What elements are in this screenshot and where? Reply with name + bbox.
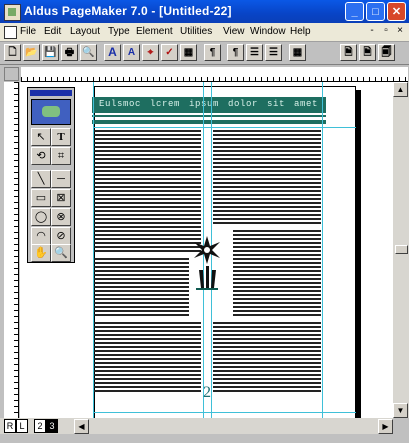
text-column-right-top[interactable] [213,130,321,226]
spell-icon[interactable]: ✓ [161,44,178,61]
hand-tool-icon[interactable]: ✋ [31,244,51,262]
frame-icon[interactable]: ▦ [180,44,197,61]
window-title: Aldus PageMaker 7.0 - [Untitled-22] [24,4,232,18]
text-column-right-mid[interactable] [233,230,321,318]
print-icon[interactable]: 🖶 [61,44,78,61]
crop-tool-icon[interactable]: ⌗ [51,147,71,165]
ruler-origin[interactable] [4,67,19,81]
text-column-right-bottom[interactable] [213,322,321,394]
minimize-button[interactable]: _ [345,2,364,21]
guide-top-margin[interactable] [94,127,356,128]
toolbox-palette[interactable]: ↖ T ⟲ ⌗ ╲ ─ ▭ ⊠ ◯ ⊗ ◠ ⊘ ✋ 🔍 [27,87,75,263]
vertical-ruler[interactable] [4,82,19,418]
doc-minimize-button[interactable]: - [366,25,378,37]
polygon-frame-tool-icon[interactable]: ⊘ [51,227,71,245]
rectangle-tool-icon[interactable]: ▭ [31,189,51,207]
text-tool-icon[interactable]: T [51,128,71,146]
menu-help[interactable]: Help [290,26,311,37]
menu-type[interactable]: Type [108,26,130,37]
toolbar: 🗋 📂 💾 🖶 🔍 A A ⌖ ✓ ▦ ¶ ¶ ☰ ☰ ▦ 🗎 🗎 🗐 [0,42,409,65]
pasteboard[interactable]: Eulsmoc lcrem ipsum dolor sit amet 2 [20,82,393,418]
list-indent-icon[interactable]: ☰ [265,44,282,61]
anchor-icon[interactable]: ⌖ [142,44,159,61]
paragraph-align-icon[interactable]: ¶ [227,44,244,61]
horizontal-scrollbar[interactable]: ◀ ▶ [0,418,393,434]
find-icon[interactable]: 🔍 [80,44,97,61]
flower-graphic[interactable] [190,232,224,292]
horizontal-ruler[interactable] [21,67,408,82]
title-bar[interactable]: Aldus PageMaker 7.0 - [Untitled-22] _ □ … [0,0,409,23]
scroll-left-arrow-icon[interactable]: ◀ [74,419,89,434]
pointer-tool-icon[interactable]: ↖ [31,128,51,146]
open-icon[interactable]: 📂 [23,44,40,61]
status-bar [0,434,409,443]
banner-rule-thick[interactable] [92,120,326,124]
zoom-tool-icon[interactable]: 🔍 [51,244,71,262]
text-column-left-mid[interactable] [93,258,189,318]
master-page-right-tab[interactable]: R [4,419,16,433]
line-tool-icon[interactable]: ╲ [31,170,51,188]
save-icon[interactable]: 💾 [42,44,59,61]
menu-file[interactable]: File [20,26,36,37]
guide-right-margin[interactable] [322,82,323,418]
rectangle-frame-tool-icon[interactable]: ⊠ [51,189,71,207]
document-icon[interactable] [4,26,17,39]
doc-restore-button[interactable]: ▫ [380,25,392,37]
maximize-button[interactable]: □ [366,2,385,21]
constrained-line-tool-icon[interactable]: ─ [51,170,71,188]
list-icon[interactable]: ☰ [246,44,263,61]
menu-bar: File Edit Layout Type Element Utilities … [0,23,409,42]
paragraph-icon[interactable]: ¶ [204,44,221,61]
menu-view[interactable]: View [223,26,245,37]
menu-element[interactable]: Element [136,26,173,37]
grid-icon[interactable]: ▦ [289,44,306,61]
page-tab-2[interactable]: 2 [34,419,46,433]
menu-layout[interactable]: Layout [70,26,100,37]
polygon-tool-icon[interactable]: ◠ [31,227,51,245]
type-a-icon[interactable]: A [104,44,121,61]
toolbox-title-bar[interactable] [30,90,72,96]
text-column-left-top[interactable] [93,130,201,254]
page-layout-icon[interactable]: 🗎 [359,44,376,61]
banner-rule[interactable] [92,115,326,117]
menu-window[interactable]: Window [250,26,286,37]
ellipse-frame-tool-icon[interactable]: ⊗ [51,208,71,226]
banner-text[interactable]: Eulsmoc lcrem ipsum dolor sit amet [99,99,318,109]
page-icon[interactable]: 🗎 [340,44,357,61]
type-a-small-icon[interactable]: A [123,44,140,61]
guide-bottom-margin[interactable] [94,412,356,413]
color-thumbnail[interactable] [31,99,71,125]
menu-edit[interactable]: Edit [44,26,61,37]
text-column-left-bottom[interactable] [93,322,201,394]
scroll-right-arrow-icon[interactable]: ▶ [378,419,393,434]
guide-left-margin[interactable] [93,82,94,418]
ellipse-tool-icon[interactable]: ◯ [31,208,51,226]
scroll-down-arrow-icon[interactable]: ▼ [393,403,408,418]
page-spread-icon[interactable]: 🗐 [378,44,395,61]
page-tab-3[interactable]: 3 [46,419,58,433]
new-icon[interactable]: 🗋 [4,44,21,61]
page-number[interactable]: 2 [203,384,211,402]
master-page-left-tab[interactable]: L [16,419,28,433]
close-button[interactable]: ✕ [387,2,406,21]
pagemaker-app-icon[interactable] [4,4,21,21]
scroll-up-arrow-icon[interactable]: ▲ [393,82,408,97]
app-window: Aldus PageMaker 7.0 - [Untitled-22] _ □ … [0,0,409,443]
rotate-tool-icon[interactable]: ⟲ [31,147,51,165]
doc-close-button[interactable]: × [394,25,406,37]
menu-utilities[interactable]: Utilities [180,26,212,37]
vertical-scroll-thumb[interactable] [395,245,408,254]
